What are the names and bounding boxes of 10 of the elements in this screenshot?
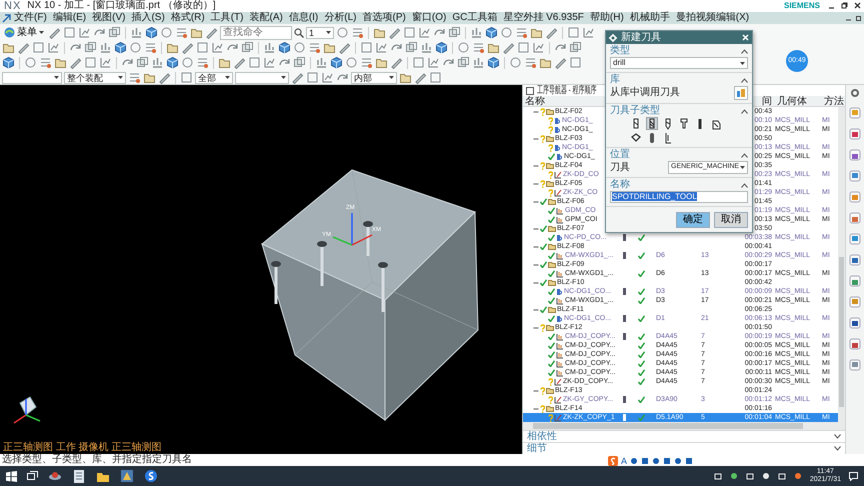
app-logo: NX	[4, 0, 22, 12]
vendor-logo: SIEMENS	[784, 0, 820, 12]
library-label: 从库中调用刀具	[610, 87, 680, 99]
panel-title: 细节	[527, 443, 547, 454]
navigator-title: 工序导航器 - 程序顺序	[537, 85, 596, 96]
view-status-label: 正三轴测图 工作 摄像机 正三轴测图	[3, 442, 162, 453]
field-label: 刀具	[610, 162, 630, 174]
panel-title: 相依性	[527, 431, 557, 442]
status-prompt: 选择类型、子类型、库、并指定指定刀具名	[2, 454, 192, 466]
dialog-title: 新建刀具	[621, 32, 661, 44]
